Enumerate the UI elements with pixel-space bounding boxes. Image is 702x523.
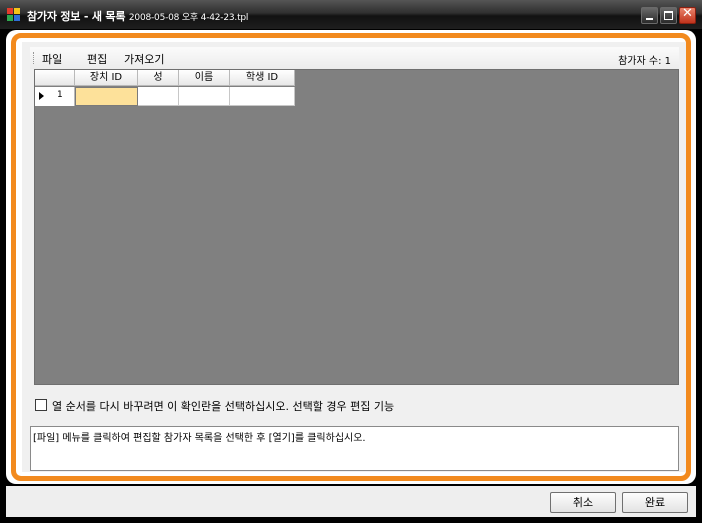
cell-first-name[interactable] [179, 87, 230, 106]
menu-import[interactable]: 가져오기 [124, 51, 164, 67]
window-title-name: 참가자 정보 - 새 목록 [27, 10, 126, 23]
row-number: 1 [57, 90, 63, 100]
participant-grid[interactable]: 장치 ID 성 이름 학생 ID 1 [34, 69, 679, 385]
menu-grip-icon [33, 52, 35, 64]
menu-bar: 파일 편집 가져오기 참가자 수: 1 [30, 47, 679, 69]
cell-last-name[interactable] [138, 87, 179, 106]
reorder-checkbox[interactable] [35, 399, 47, 411]
title-bar[interactable]: 참가자 정보 - 새 목록 2008-05-08 오후 4-42-23.tpl … [0, 0, 702, 30]
minimize-icon [646, 18, 653, 20]
participant-count: 참가자 수: 1 [618, 56, 671, 67]
app-window: 참가자 정보 - 새 목록 2008-05-08 오후 4-42-23.tpl … [0, 0, 702, 523]
app-icon [7, 8, 21, 22]
column-header-last-name[interactable]: 성 [138, 70, 179, 86]
window-title: 참가자 정보 - 새 목록 2008-05-08 오후 4-42-23.tpl [27, 8, 248, 24]
grid-corner-header [35, 70, 75, 86]
current-row-icon [39, 92, 44, 100]
row-header[interactable]: 1 [35, 87, 75, 106]
minimize-button[interactable] [641, 7, 658, 24]
column-header-first-name[interactable]: 이름 [179, 70, 230, 86]
column-header-device-id[interactable]: 장치 ID [75, 70, 138, 86]
cancel-button[interactable]: 취소 [550, 492, 616, 513]
cell-device-id[interactable] [75, 87, 138, 106]
window-title-filename: 2008-05-08 오후 4-42-23.tpl [128, 13, 249, 23]
maximize-icon [664, 11, 673, 20]
close-button[interactable]: ✕ [679, 6, 696, 24]
reorder-option: 열 순서를 다시 바꾸려면 이 확인란을 선택하십시오. 선택할 경우 편집 기… [34, 396, 679, 414]
cell-student-id[interactable] [230, 87, 295, 106]
menu-file[interactable]: 파일 [42, 51, 62, 67]
column-header-student-id[interactable]: 학생 ID [230, 70, 295, 86]
menu-edit[interactable]: 편집 [87, 51, 107, 67]
reorder-checkbox-label[interactable]: 열 순서를 다시 바꾸려면 이 확인란을 선택하십시오. 선택할 경우 편집 기… [52, 398, 394, 414]
maximize-button[interactable] [660, 7, 677, 24]
close-icon: ✕ [682, 6, 693, 21]
done-button[interactable]: 완료 [622, 492, 688, 513]
instruction-text: [파일] 메뉴를 클릭하여 편집할 참가자 목록을 선택한 후 [열기]를 클릭… [30, 426, 679, 471]
